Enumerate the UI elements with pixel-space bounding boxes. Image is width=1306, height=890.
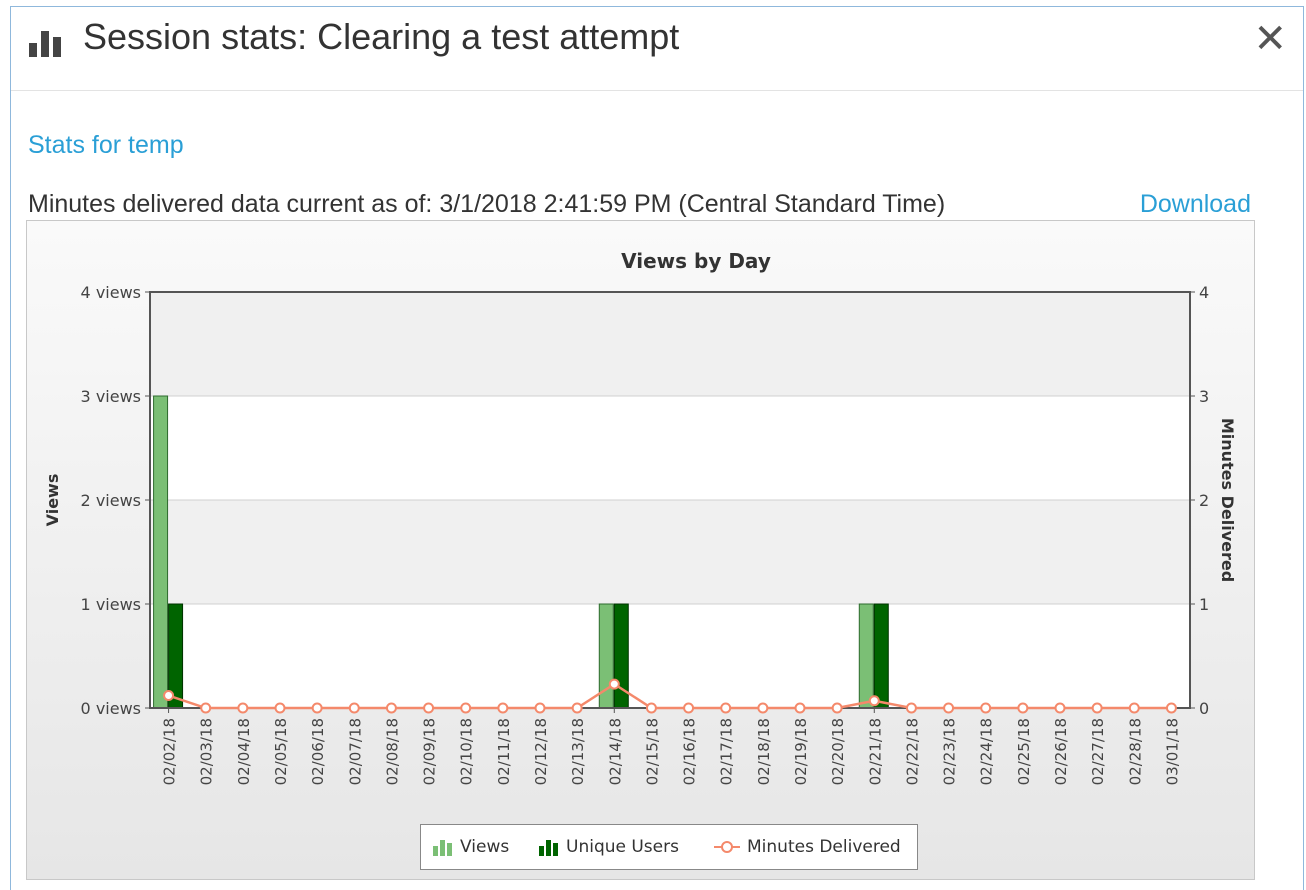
unique-users-legend-icon xyxy=(539,840,558,856)
chart-title: Views by Day xyxy=(621,249,771,273)
bar-views xyxy=(858,603,874,709)
minutes-delivered-point xyxy=(200,702,212,714)
minutes-delivered-point xyxy=(1128,702,1140,714)
x-tick-label: 02/20/18 xyxy=(829,718,847,785)
chart-svg: Views by Day 0 views 1 views 2 views 3 views… xyxy=(43,249,1237,785)
minutes-delivered-point xyxy=(905,702,917,714)
minutes-delivered-point xyxy=(1017,702,1029,714)
bar-views xyxy=(153,395,169,709)
x-tick-label: 02/07/18 xyxy=(346,718,364,785)
y-tick-label: 4 views xyxy=(81,283,141,302)
minutes-delivered-point xyxy=(831,702,843,714)
legend-item-unique-users[interactable]: Unique Users xyxy=(539,837,679,857)
y2-tick-label: 1 xyxy=(1199,595,1209,614)
x-tick-label: 02/19/18 xyxy=(792,718,810,785)
y-tick-label: 1 views xyxy=(81,595,141,614)
minutes-delivered-point xyxy=(460,702,472,714)
minutes-delivered-point xyxy=(163,690,175,702)
minutes-delivered-point xyxy=(683,702,695,714)
y-tick-label: 3 views xyxy=(81,387,141,406)
bar-unique-users xyxy=(873,603,889,709)
minutes-delivered-point xyxy=(645,702,657,714)
views-legend-icon xyxy=(433,840,452,856)
x-tick-label: 02/02/18 xyxy=(161,718,179,785)
dialog-header: Session stats: Clearing a test attempt ✕ xyxy=(11,7,1303,91)
x-tick-label: 02/03/18 xyxy=(198,718,216,785)
y2-tick-label: 3 xyxy=(1199,387,1209,406)
y-tick-label: 2 views xyxy=(81,491,141,510)
plot-band xyxy=(150,292,1190,396)
legend-label-views: Views xyxy=(460,837,510,857)
x-tick-label: 02/14/18 xyxy=(606,718,624,785)
y2-tick-label: 0 xyxy=(1199,699,1209,718)
x-tick-label: 02/04/18 xyxy=(235,718,253,785)
minutes-delivered-point xyxy=(311,702,323,714)
close-icon[interactable]: ✕ xyxy=(1253,17,1287,61)
y2-axis-label: Minutes Delivered xyxy=(1218,418,1237,582)
session-stats-dialog: Session stats: Clearing a test attempt ✕… xyxy=(10,6,1304,890)
minutes-delivered-point xyxy=(794,702,806,714)
x-tick-label: 02/26/18 xyxy=(1052,718,1070,785)
minutes-delivered-point xyxy=(1091,702,1103,714)
legend-item-minutes-delivered[interactable]: Minutes Delivered xyxy=(714,837,901,857)
data-current-as-of: Minutes delivered data current as of: 3/… xyxy=(28,190,946,218)
y-tick-label: 0 views xyxy=(81,699,141,718)
download-link[interactable]: Download xyxy=(1140,190,1251,219)
plot-band xyxy=(150,396,1190,500)
x-tick-label: 02/09/18 xyxy=(421,718,439,785)
views-by-day-chart: Views by Day 0 views 1 views 2 views 3 views… xyxy=(26,220,1255,880)
dialog-title: Session stats: Clearing a test attempt xyxy=(83,16,680,57)
minutes-delivered-point xyxy=(1165,702,1177,714)
x-tick-label: 02/10/18 xyxy=(458,718,476,785)
minutes-delivered-point xyxy=(943,702,955,714)
x-tick-label: 02/24/18 xyxy=(978,718,996,785)
stats-for-link[interactable]: Stats for temp xyxy=(28,131,184,160)
minutes-delivered-point xyxy=(571,702,583,714)
minutes-delivered-point xyxy=(348,702,360,714)
x-tick-label: 02/17/18 xyxy=(718,718,736,785)
minutes-delivered-point xyxy=(1054,702,1066,714)
minutes-delivered-point xyxy=(237,702,249,714)
minutes-delivered-point xyxy=(980,702,992,714)
bar-chart-icon xyxy=(29,31,61,57)
minutes-delivered-point xyxy=(385,702,397,714)
plot-band xyxy=(150,500,1190,604)
x-tick-label: 02/15/18 xyxy=(643,718,661,785)
x-tick-label: 02/06/18 xyxy=(309,718,327,785)
legend-label-minutes-delivered: Minutes Delivered xyxy=(747,837,901,857)
y2-tick-label: 4 xyxy=(1199,283,1209,302)
legend-item-views[interactable]: Views xyxy=(433,837,509,857)
minutes-delivered-point xyxy=(868,695,880,707)
plot-band xyxy=(150,604,1190,708)
x-tick-label: 02/27/18 xyxy=(1089,718,1107,785)
x-tick-label: 02/23/18 xyxy=(941,718,959,785)
minutes-delivered-point xyxy=(497,702,509,714)
x-tick-label: 02/05/18 xyxy=(272,718,290,785)
x-tick-label: 02/11/18 xyxy=(495,718,513,785)
y-axis-label: Views xyxy=(43,474,62,527)
minutes-delivered-point xyxy=(608,678,620,690)
minutes-delivered-point xyxy=(534,702,546,714)
x-tick-label: 02/12/18 xyxy=(532,718,550,785)
x-tick-label: 03/01/18 xyxy=(1163,718,1181,785)
y2-tick-label: 2 xyxy=(1199,491,1209,510)
legend-label-unique-users: Unique Users xyxy=(566,837,679,857)
x-tick-label: 02/25/18 xyxy=(1015,718,1033,785)
chart-legend: Views Unique Users Minutes Delivered xyxy=(420,824,918,870)
x-tick-label: 02/22/18 xyxy=(903,718,921,785)
minutes-delivered-point xyxy=(423,702,435,714)
minutes-delivered-legend-icon xyxy=(714,841,740,853)
x-tick-label: 02/08/18 xyxy=(383,718,401,785)
x-tick-label: 02/21/18 xyxy=(866,718,884,785)
minutes-delivered-point xyxy=(720,702,732,714)
minutes-delivered-point xyxy=(757,702,769,714)
x-tick-label: 02/28/18 xyxy=(1126,718,1144,785)
x-tick-label: 02/13/18 xyxy=(569,718,587,785)
minutes-delivered-point xyxy=(274,702,286,714)
x-tick-label: 02/18/18 xyxy=(755,718,773,785)
x-tick-label: 02/16/18 xyxy=(681,718,699,785)
